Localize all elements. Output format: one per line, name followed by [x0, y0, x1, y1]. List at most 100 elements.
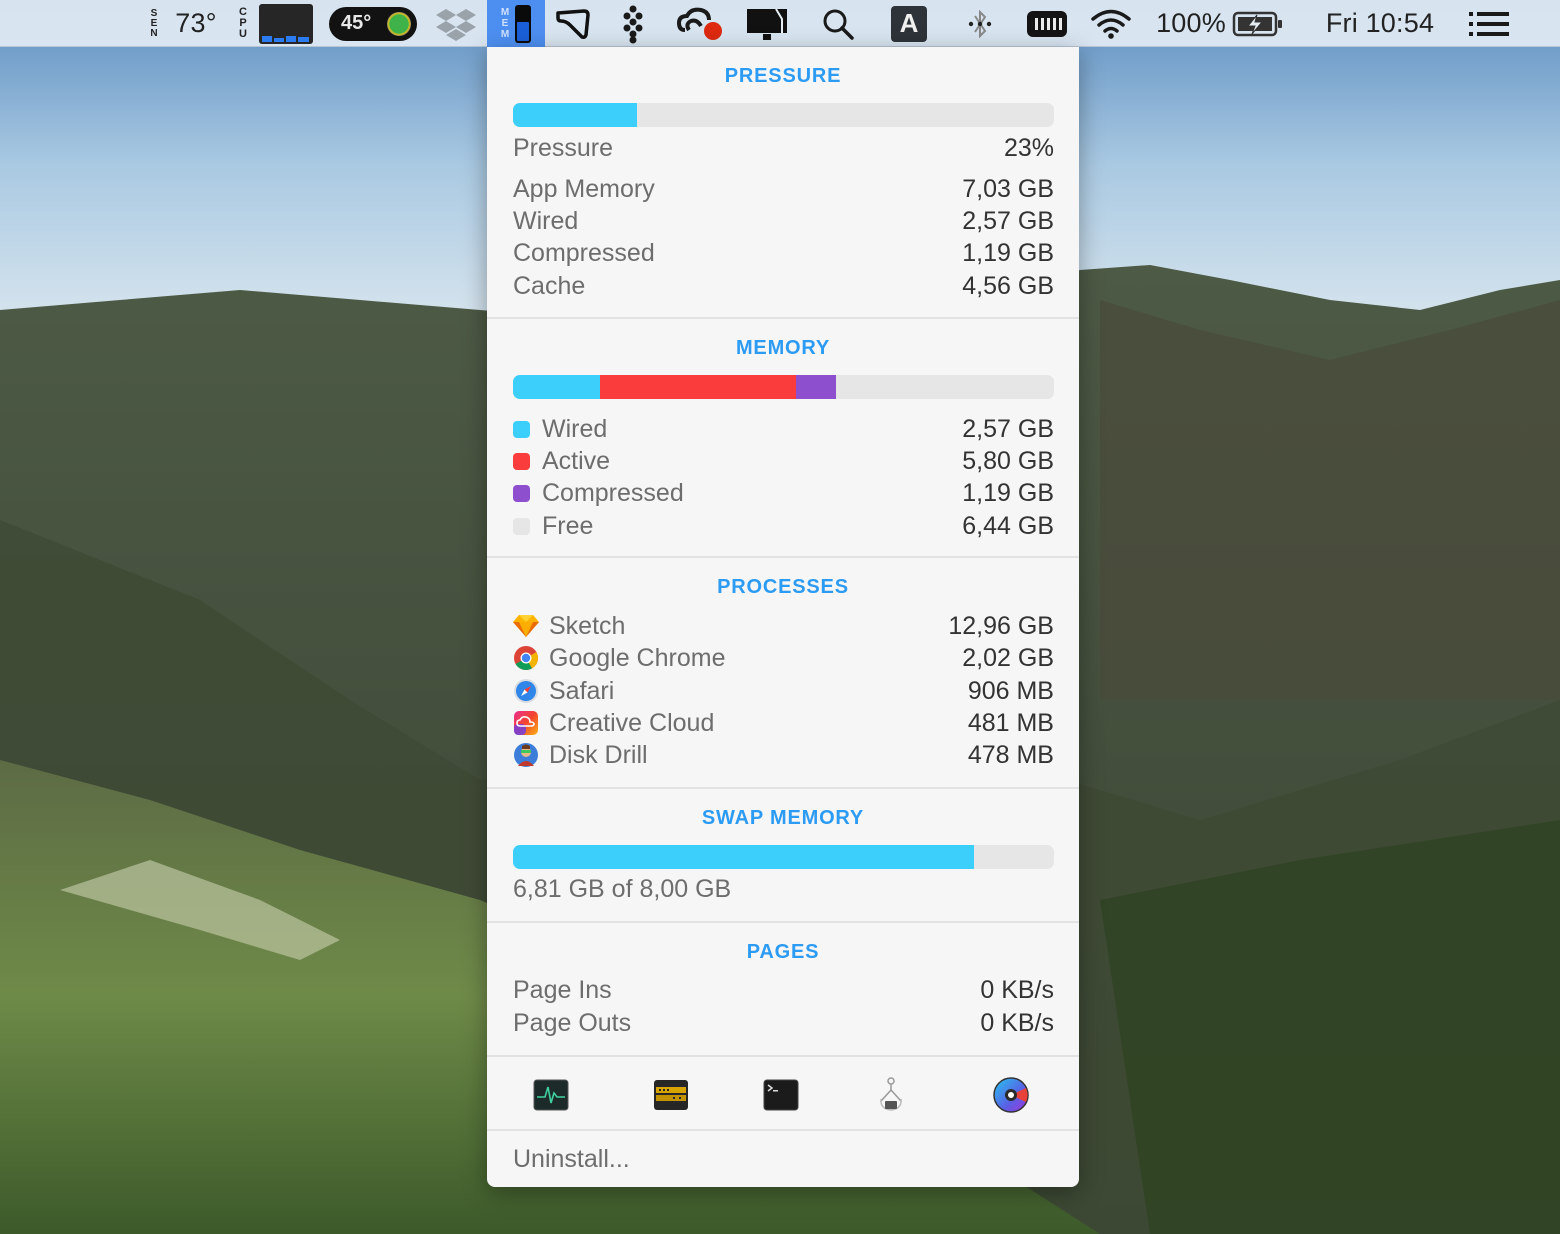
- wired-swatch: [513, 420, 530, 438]
- process-row[interactable]: Creative Cloud 481 MB: [513, 707, 1054, 739]
- creative-cloud-app-icon: [513, 710, 539, 736]
- notification-center-icon[interactable]: [1466, 0, 1512, 47]
- sketch-icon: [513, 613, 539, 639]
- temp-badge-icon[interactable]: 45°: [328, 0, 418, 47]
- cpu-graph-icon[interactable]: [258, 0, 314, 47]
- cpu-label[interactable]: CPU: [234, 0, 252, 47]
- gpu-temp-text: 45°: [341, 12, 372, 34]
- terminal-button[interactable]: [761, 1077, 801, 1113]
- process-row[interactable]: Sketch 12,96 GB: [513, 610, 1054, 642]
- bluetooth-icon[interactable]: [962, 0, 998, 47]
- wired-row: Wired 2,57 GB: [513, 205, 1054, 237]
- legend-value: 5,80 GB: [962, 446, 1054, 475]
- process-memory: 481 MB: [967, 708, 1054, 737]
- cache-row: Cache 4,56 GB: [513, 270, 1054, 302]
- pressure-bar: [513, 103, 1054, 127]
- activity-monitor-button[interactable]: [531, 1077, 571, 1113]
- memory-bar: [513, 375, 1054, 399]
- disk-drill-icon: [513, 742, 539, 768]
- battery-icon[interactable]: [1231, 0, 1285, 47]
- spotlight-icon[interactable]: [818, 0, 858, 47]
- process-memory: 2,02 GB: [962, 643, 1054, 672]
- free-swatch: [513, 517, 530, 535]
- wifi-icon[interactable]: [1088, 0, 1134, 47]
- memory-bar-segment-free: [836, 375, 1054, 399]
- terminal-icon: [763, 1079, 799, 1111]
- pressure-bar-fill: [513, 103, 638, 127]
- swap-bar-fill: [513, 845, 974, 869]
- row-value: 0 KB/s: [980, 1008, 1054, 1037]
- process-name: Creative Cloud: [549, 708, 715, 737]
- row-value: 0 KB/s: [980, 975, 1054, 1004]
- clock[interactable]: Fri 10:54: [1312, 0, 1448, 47]
- console-icon: [654, 1080, 688, 1110]
- uninstall-menu-item[interactable]: Uninstall...: [513, 1145, 630, 1174]
- memory-legend-free: Free 6,44 GB: [513, 510, 1054, 542]
- tools-bar: [487, 1055, 1079, 1131]
- process-row[interactable]: Disk Drill 478 MB: [513, 739, 1054, 771]
- istat-menus-icon: [993, 1077, 1029, 1113]
- swap-bar: [513, 845, 1054, 869]
- row-value: 4,56 GB: [962, 271, 1054, 300]
- process-row[interactable]: Google Chrome 2,02 GB: [513, 642, 1054, 674]
- process-name: Safari: [549, 676, 615, 705]
- clock-text: Fri 10:54: [1325, 8, 1435, 38]
- swap-title: SWAP MEMORY: [701, 807, 865, 829]
- chrome-icon: [513, 645, 539, 671]
- memory-bar-segment-wired: [513, 375, 600, 399]
- process-memory: 906 MB: [967, 676, 1054, 705]
- memory-legend-active: Active 5,80 GB: [513, 445, 1054, 477]
- swap-section: SWAP MEMORY 6,81 GB of 8,00 GB: [487, 789, 1079, 923]
- active-swatch: [513, 452, 530, 470]
- compressed-row: Compressed 1,19 GB: [513, 237, 1054, 269]
- dropbox-icon[interactable]: [434, 0, 478, 47]
- pressure-title: PRESSURE: [724, 65, 842, 87]
- row-value: 23%: [1003, 133, 1054, 162]
- sensor-icon[interactable]: SEN: [144, 0, 164, 47]
- istat-menus-button[interactable]: [991, 1077, 1031, 1113]
- temperature-readout[interactable]: 73°: [168, 0, 224, 47]
- system-information-button[interactable]: [871, 1077, 911, 1113]
- pressure-row: Pressure 23%: [513, 132, 1054, 164]
- temperature-text: 73°: [175, 8, 217, 38]
- battery-percent[interactable]: 100%: [1153, 0, 1229, 47]
- system-information-icon: [880, 1077, 902, 1111]
- legend-value: 1,19 GB: [962, 478, 1054, 507]
- memory-icon[interactable]: MEM: [487, 0, 545, 47]
- row-label: Cache: [513, 271, 586, 300]
- pages-title: PAGES: [746, 941, 820, 963]
- legend-value: 6,44 GB: [962, 511, 1054, 540]
- hand-icon[interactable]: [553, 0, 593, 47]
- row-value: 7,03 GB: [962, 174, 1054, 203]
- keyboard-battery-icon[interactable]: [1025, 0, 1069, 47]
- battery-percent-text: 100%: [1156, 8, 1226, 38]
- row-label: Wired: [513, 206, 579, 235]
- menu-bar: SEN 73° CPU 45° M E M A 100% Fri 10:54: [0, 0, 1560, 47]
- swap-summary: 6,81 GB of 8,00 GB: [513, 874, 732, 903]
- process-memory: 12,96 GB: [948, 611, 1054, 640]
- memory-bar-segment-active: [599, 375, 796, 399]
- legend-label: Free: [542, 511, 594, 540]
- process-memory: 478 MB: [967, 740, 1054, 769]
- page-ins-row: Page Ins 0 KB/s: [513, 974, 1054, 1006]
- legend-label: Active: [542, 446, 611, 475]
- swap-summary-row: 6,81 GB of 8,00 GB: [513, 873, 1054, 905]
- input-source-icon[interactable]: A: [889, 0, 929, 47]
- memory-legend-compressed: Compressed 1,19 GB: [513, 477, 1054, 509]
- memory-bar-segment-compressed: [796, 375, 837, 399]
- legend-label: Wired: [542, 414, 608, 443]
- memory-section: MEMORY Wired 2,57 GB Active 5,80 GB Comp…: [487, 319, 1079, 558]
- row-label: Page Ins: [513, 975, 612, 1004]
- process-name: Google Chrome: [549, 643, 726, 672]
- processes-title: PROCESSES: [717, 576, 849, 598]
- memory-legend-wired: Wired 2,57 GB: [513, 413, 1054, 445]
- console-button[interactable]: [651, 1077, 691, 1113]
- legend-value: 2,57 GB: [962, 414, 1054, 443]
- creative-cloud-icon[interactable]: [676, 0, 726, 47]
- flower-icon[interactable]: [616, 0, 650, 47]
- display-icon[interactable]: [744, 0, 790, 47]
- process-row[interactable]: Safari 906 MB: [513, 675, 1054, 707]
- process-name: Disk Drill: [549, 740, 648, 769]
- process-name: Sketch: [549, 611, 626, 640]
- row-label: Pressure: [513, 133, 614, 162]
